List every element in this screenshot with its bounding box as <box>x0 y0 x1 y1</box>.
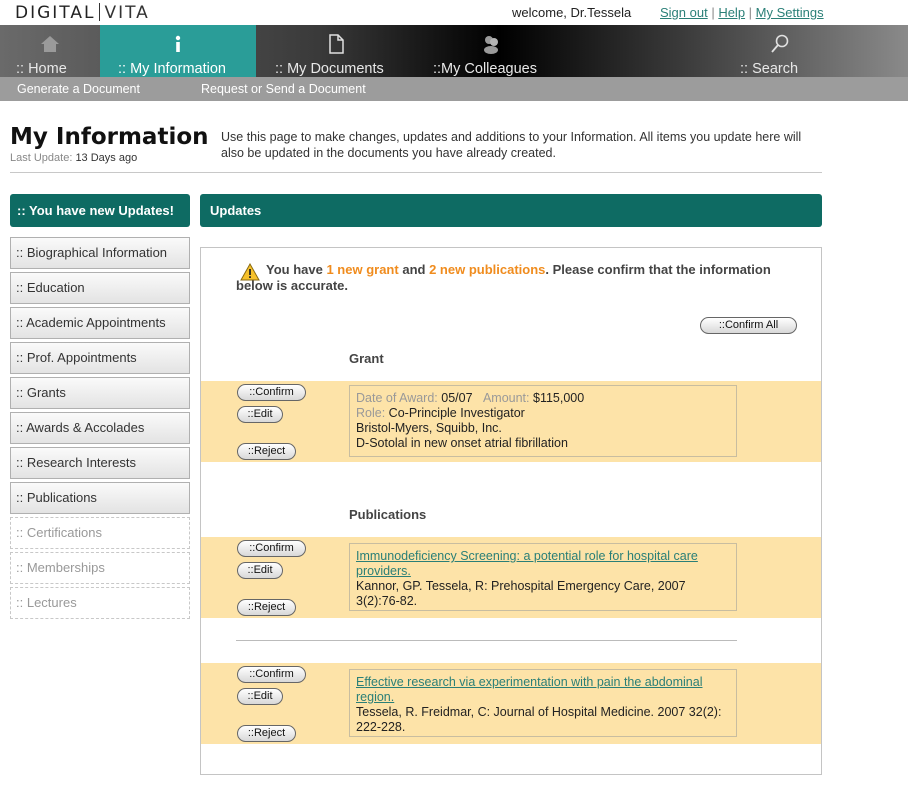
sub-nav: Generate a Document Request or Send a Do… <box>0 77 908 101</box>
nav-my-colleagues-label: ::My Colleagues <box>433 61 537 77</box>
publication-2-citation: Tessela, R. Freidmar, C: Journal of Hosp… <box>356 705 722 734</box>
grant-card: Date of Award: 05/07 Amount: $115,000 Ro… <box>349 385 737 457</box>
warning-pre: You have <box>266 262 323 277</box>
publication-1-title-link[interactable]: Immunodeficiency Screening: a potential … <box>356 549 698 578</box>
welcome-text: welcome, Dr.Tessela <box>512 5 632 20</box>
my-settings-link[interactable]: My Settings <box>756 5 824 20</box>
sign-out-link[interactable]: Sign out <box>660 5 708 20</box>
sidebar-item-prof-appointments[interactable]: :: Prof. Appointments <box>10 342 190 374</box>
nav-my-documents[interactable]: :: My Documents <box>256 25 416 77</box>
main-nav: :: Home :: My Information :: My Document… <box>0 25 908 77</box>
last-update: Last Update: 13 Days ago <box>10 152 137 164</box>
top-links: Sign out | Help | My Settings <box>660 5 824 20</box>
grant-confirm-button[interactable]: ::Confirm <box>237 384 306 401</box>
sidebar-item-education[interactable]: :: Education <box>10 272 190 304</box>
help-link[interactable]: Help <box>718 5 745 20</box>
grant-heading: Grant <box>349 351 384 366</box>
publication-1-card: Immunodeficiency Screening: a potential … <box>349 543 737 611</box>
nav-my-documents-label: :: My Documents <box>275 61 384 77</box>
grant-role-label: Role: <box>356 406 386 420</box>
colleagues-icon <box>481 34 501 54</box>
search-icon <box>770 34 790 54</box>
warning-new-publications: 2 new publications <box>429 262 546 277</box>
grant-amount-value: $115,000 <box>533 391 585 405</box>
nav-my-colleagues[interactable]: ::My Colleagues <box>416 25 566 77</box>
publications-heading: Publications <box>349 507 427 522</box>
sidebar-item-academic-appointments[interactable]: :: Academic Appointments <box>10 307 190 339</box>
logo-vita: VITA <box>104 3 150 23</box>
sidebar-item-publications[interactable]: :: Publications <box>10 482 190 514</box>
sidebar-item-biographical-information[interactable]: :: Biographical Information <box>10 237 190 269</box>
grant-title: D-Sotolal in new onset atrial fibrillati… <box>356 436 568 450</box>
grant-date-label: Date of Award: <box>356 391 438 405</box>
grant-date-value: 05/07 <box>441 391 473 405</box>
grant-edit-button[interactable]: ::Edit <box>237 406 283 423</box>
warning-and: and <box>402 262 426 277</box>
updates-header: Updates <box>200 194 822 227</box>
grant-reject-button[interactable]: ::Reject <box>237 443 296 460</box>
publication-1-reject-button[interactable]: ::Reject <box>237 599 296 616</box>
nav-my-information[interactable]: :: My Information <box>100 25 256 77</box>
warning-new-grant: 1 new grant <box>326 262 399 277</box>
grant-amount-label: Amount: <box>482 391 530 405</box>
nav-my-information-label: :: My Information <box>118 61 226 77</box>
generate-document-link[interactable]: Generate a Document <box>17 82 140 96</box>
nav-home-label: :: Home <box>16 61 67 77</box>
logo-divider <box>99 3 101 21</box>
header-divider <box>10 172 822 173</box>
nav-search[interactable]: :: Search <box>730 25 830 77</box>
publication-1-confirm-button[interactable]: ::Confirm <box>237 540 306 557</box>
nav-home[interactable]: :: Home <box>0 25 100 77</box>
publication-divider <box>236 640 737 641</box>
sidebar-item-awards-accolades[interactable]: :: Awards & Accolades <box>10 412 190 444</box>
publication-2-confirm-button[interactable]: ::Confirm <box>237 666 306 683</box>
request-send-document-link[interactable]: Request or Send a Document <box>201 82 366 96</box>
page-title: My Information <box>10 124 209 150</box>
publication-2-edit-button[interactable]: ::Edit <box>237 688 283 705</box>
sidebar-item-certifications: :: Certifications <box>10 517 190 549</box>
nav-search-label: :: Search <box>740 61 799 77</box>
grant-role-value: Co-Principle Investigator <box>388 406 525 420</box>
grant-sponsor: Bristol-Myers, Squibb, Inc. <box>356 421 502 435</box>
publication-2-title-link[interactable]: Effective research via experimentation w… <box>356 675 703 704</box>
sidebar-item-research-interests[interactable]: :: Research Interests <box>10 447 190 479</box>
home-icon <box>40 34 60 54</box>
publication-2-card: Effective research via experimentation w… <box>349 669 737 737</box>
publication-1-citation: Kannor, GP. Tessela, R: Prehospital Emer… <box>356 579 686 608</box>
last-update-label: Last Update: <box>10 152 73 164</box>
publication-1-edit-button[interactable]: ::Edit <box>237 562 283 579</box>
new-updates-button[interactable]: :: You have new Updates! <box>10 194 190 227</box>
last-update-value: 13 Days ago <box>75 152 138 164</box>
updates-warning: You have 1 new grant and 2 new publicati… <box>236 262 796 294</box>
confirm-all-button[interactable]: ::Confirm All <box>700 317 797 334</box>
page-intro: Use this page to make changes, updates a… <box>221 130 802 160</box>
logo-digital: DIGITAL <box>15 3 96 23</box>
sidebar-item-lectures: :: Lectures <box>10 587 190 619</box>
logo: DIGITAL VITA <box>15 3 150 23</box>
sidebar-item-grants[interactable]: :: Grants <box>10 377 190 409</box>
sidebar-item-memberships: :: Memberships <box>10 552 190 584</box>
publication-2-reject-button[interactable]: ::Reject <box>237 725 296 742</box>
info-icon <box>168 34 188 54</box>
document-icon <box>326 34 346 54</box>
